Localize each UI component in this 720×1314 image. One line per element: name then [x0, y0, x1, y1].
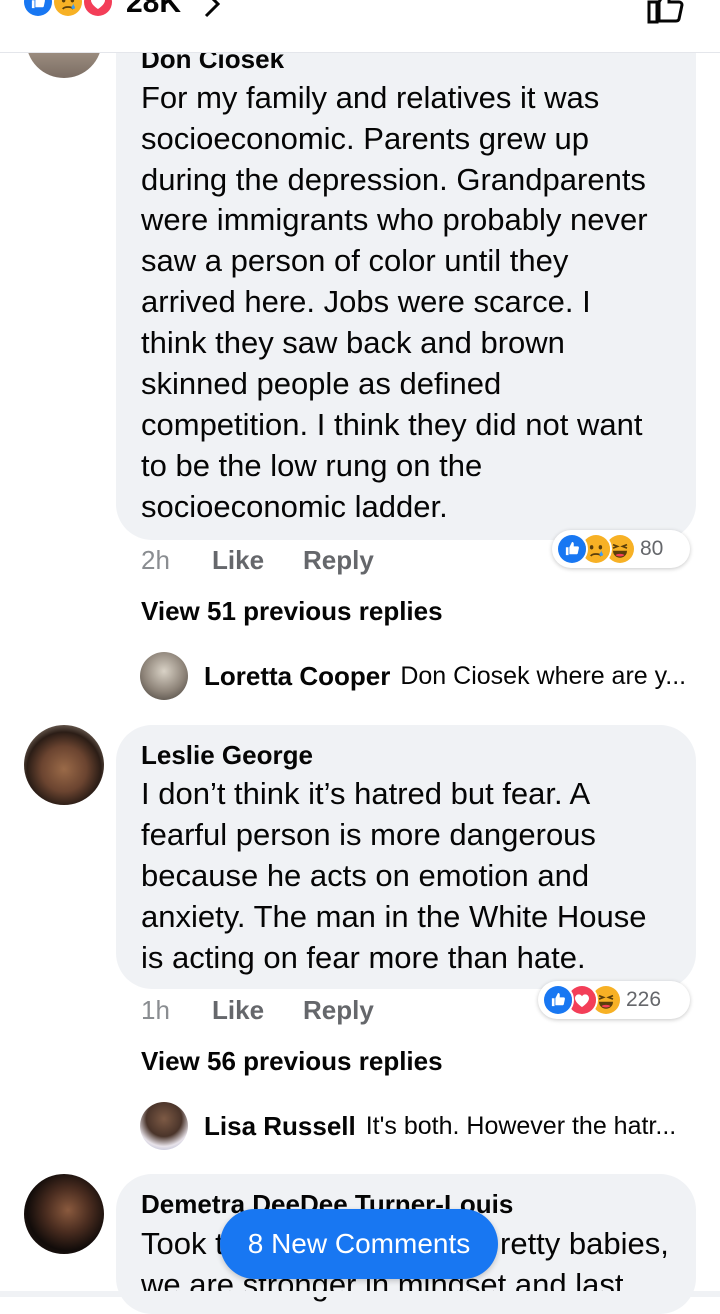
latest-reply[interactable]: Loretta Cooper Don Ciosek where are y...	[140, 651, 686, 701]
like-button-icon[interactable]	[646, 0, 686, 29]
reply-preview: Don Ciosek where are y...	[400, 661, 687, 690]
reply-preview: It's both. However the hatr...	[365, 1111, 677, 1140]
avatar-demetra-turner-louis[interactable]	[24, 1174, 104, 1254]
comment-line: anxiety. The man in the White House	[141, 899, 647, 934]
comment-line: to be the low rung on the	[141, 448, 483, 483]
love-reaction-icon	[82, 0, 114, 18]
comment-line: retty babies,	[500, 1226, 669, 1261]
post-reactions-bar[interactable]: 28K	[0, 0, 720, 53]
comment-reactions[interactable]: 226	[538, 981, 690, 1019]
comment-line: Took t	[141, 1226, 224, 1261]
reply-author[interactable]: Loretta Cooper	[204, 661, 390, 692]
comment-timestamp: 1h	[141, 995, 170, 1025]
chevron-right-icon[interactable]	[200, 0, 224, 23]
avatar-loretta-cooper[interactable]	[140, 652, 188, 700]
comment-line: competition. I think they did not want	[141, 407, 643, 442]
comment-line: saw a person of color until they	[141, 243, 569, 278]
avatar-leslie-george[interactable]	[24, 725, 104, 805]
comment-line: skinned people as defined	[141, 366, 502, 401]
comment-line: during the depression. Grandparents	[141, 162, 646, 197]
view-previous-replies[interactable]: View 51 previous replies	[141, 596, 443, 627]
post-reaction-count[interactable]: 28K	[126, 0, 181, 20]
like-reaction-icon	[556, 533, 588, 565]
comment-reactions[interactable]: 80	[552, 530, 690, 568]
like-button[interactable]: Like	[212, 545, 264, 576]
comment-line: For my family and relatives it was	[141, 80, 600, 115]
reply-button[interactable]: Reply	[303, 995, 374, 1026]
comment-line: were immigrants who probably never	[141, 202, 648, 237]
avatar-lisa-russell[interactable]	[140, 1102, 188, 1150]
comment-line: because he acts on emotion and	[141, 858, 590, 893]
comment-author[interactable]: Leslie George	[141, 740, 313, 771]
reaction-count: 80	[640, 537, 664, 560]
comment-line: arrived here. Jobs were scarce. I	[141, 284, 591, 319]
sad-reaction-icon	[52, 0, 84, 18]
new-comments-button[interactable]: 8 New Comments	[220, 1209, 498, 1279]
comment-line: is acting on fear more than hate.	[141, 940, 586, 975]
comment-line: I don’t think it’s hatred but fear. A	[141, 776, 591, 811]
view-previous-replies[interactable]: View 56 previous replies	[141, 1046, 443, 1077]
latest-reply[interactable]: Lisa Russell It's both. However the hatr…	[140, 1101, 676, 1151]
bottom-divider	[0, 1291, 720, 1297]
reply-author[interactable]: Lisa Russell	[204, 1111, 356, 1142]
like-reaction-icon	[22, 0, 54, 18]
comment-line: think they saw back and brown	[141, 325, 565, 360]
comment-line: socioeconomic. Parents grew up	[141, 121, 590, 156]
comment-line: fearful person is more dangerous	[141, 817, 596, 852]
comment-line: socioeconomic ladder.	[141, 489, 448, 524]
like-reaction-icon	[542, 984, 574, 1016]
reaction-count: 226	[626, 988, 662, 1011]
comment-timestamp: 2h	[141, 545, 170, 575]
like-button[interactable]: Like	[212, 995, 264, 1026]
reply-button[interactable]: Reply	[303, 545, 374, 576]
